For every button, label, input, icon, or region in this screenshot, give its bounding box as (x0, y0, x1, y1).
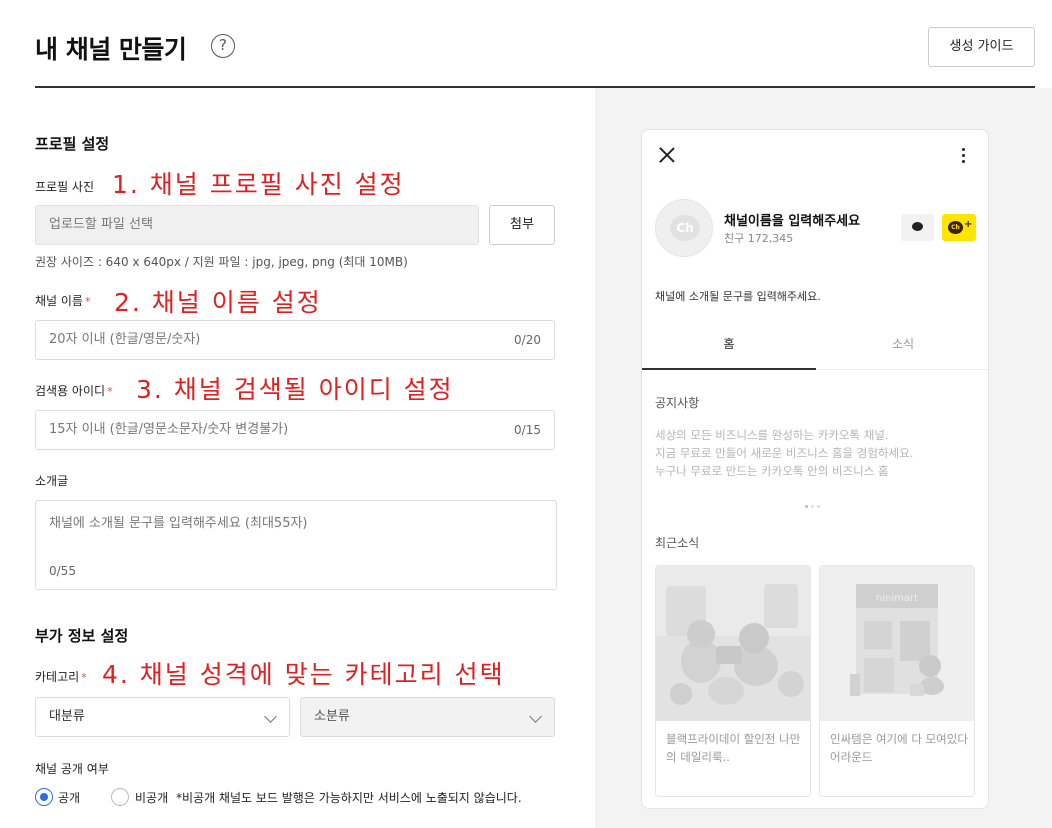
add-channel-button: Ch + (942, 214, 976, 241)
search-id-placeholder: 15자 이내 (한글/영문소문자/숫자 변경불가) (49, 422, 289, 437)
notice-line: 누구나 무료로 만드는 카카오톡 안의 비즈니스 홈 (655, 464, 889, 478)
preview-channel-name: 채널이름을 입력해주세요 (724, 214, 861, 229)
channel-preview-phone: Ch 채널이름을 입력해주세요 친구 172,345 Ch + 채널에 소개될 … (641, 129, 989, 809)
preview-intro: 채널에 소개될 문구를 입력해주세요. (655, 290, 821, 303)
page-title: 내 채널 만들기 (35, 35, 187, 64)
chevron-down-icon (264, 710, 277, 723)
visibility-label: 채널 공개 여부 (35, 762, 109, 776)
channel-logo-icon: Ch (670, 215, 700, 241)
news-card: 블랙프라이데이 할인전 나만의 데일리룩.. (655, 565, 811, 797)
intro-textarea[interactable]: 채널에 소개될 문구를 입력해주세요 (최대55자) 0/55 (35, 500, 557, 590)
file-select-input[interactable]: 업로드할 파일 선택 (35, 205, 479, 245)
private-radio-label[interactable]: 비공개 (135, 789, 168, 806)
search-id-input[interactable]: 15자 이내 (한글/영문소문자/숫자 변경불가) 0/15 (35, 410, 555, 450)
avatar: Ch (655, 199, 713, 257)
major-category-value: 대분류 (49, 709, 85, 724)
preview-friend-count: 친구 172,345 (724, 232, 794, 245)
channel-name-placeholder: 20자 이내 (한글/영문/숫자) (49, 332, 201, 347)
annotation-category: 4. 채널 성격에 맞는 카테고리 선택 (102, 660, 505, 689)
chevron-down-icon (529, 710, 542, 723)
attach-button[interactable]: 첨부 (489, 205, 555, 245)
creation-guide-button[interactable]: 생성 가이드 (928, 27, 1035, 67)
news-card: ninimart 인싸템은 여기에 다 모여있다 어라운드 (819, 565, 975, 797)
tab-news: 소식 (891, 337, 915, 351)
category-label: 카테고리 * (35, 670, 87, 684)
notice-text: 세상의 모든 비즈니스를 완성하는 카카오톡 채널. 지금 무료로 만들어 새로… (655, 426, 913, 480)
news-card-text: 인싸템은 여기에 다 모여있다 어라운드 (830, 732, 968, 764)
more-vertical-icon (962, 148, 966, 164)
annotation-search-id: 3. 채널 검색될 아이디 설정 (136, 375, 454, 404)
notice-line: 지금 무료로 만들어 새로운 비즈니스 홈을 경험하세요. (655, 446, 914, 460)
channel-add-icon: Ch (948, 221, 963, 234)
private-radio[interactable] (111, 788, 129, 806)
notice-line: 세상의 모든 비즈니스를 완성하는 카카오톡 채널. (655, 428, 889, 442)
minor-category-select[interactable]: 소분류 (300, 697, 555, 737)
store-illustration: ninimart (820, 566, 974, 721)
tab-home: 홈 (642, 326, 816, 370)
required-mark: * (81, 671, 87, 684)
intro-counter: 0/55 (49, 564, 76, 578)
photo-size-hint: 권장 사이즈 : 640 x 640px / 지원 파일 : jpg, jpeg… (35, 255, 408, 269)
major-category-select[interactable]: 대분류 (35, 697, 290, 737)
profile-section-title: 프로필 설정 (35, 135, 110, 153)
recent-news-title: 최근소식 (655, 536, 700, 550)
close-icon (658, 146, 676, 164)
store-sign: ninimart (876, 593, 918, 604)
intro-label: 소개글 (35, 474, 69, 488)
characters-illustration (656, 566, 810, 721)
chat-button (901, 214, 934, 241)
profile-photo-label: 프로필 사진 (35, 180, 95, 194)
notice-title: 공지사항 (655, 396, 700, 410)
chat-bubble-icon (912, 222, 923, 231)
news-card-text: 블랙프라이데이 할인전 나만의 데일리룩.. (666, 732, 801, 764)
news-card-image (656, 566, 810, 721)
carousel-dots (805, 493, 823, 512)
required-mark: * (84, 295, 91, 308)
required-mark: * (107, 385, 113, 398)
annotation-profile-photo: 1. 채널 프로필 사진 설정 (112, 170, 405, 199)
preview-tabs: 홈 소식 (642, 326, 988, 370)
plus-icon: + (964, 219, 973, 230)
minor-category-value: 소분류 (314, 709, 350, 724)
question-circle-icon[interactable]: ? (211, 34, 235, 58)
extra-section-title: 부가 정보 설정 (35, 627, 129, 645)
search-id-label: 검색용 아이디 * (35, 384, 113, 398)
channel-name-counter: 0/20 (514, 333, 541, 347)
news-card-image: ninimart (820, 566, 974, 721)
private-note: *비공개 채널도 보드 발행은 가능하지만 서비스에 노출되지 않습니다. (176, 791, 522, 805)
channel-name-label: 채널 이름 * (35, 294, 91, 308)
channel-name-input[interactable]: 20자 이내 (한글/영문/숫자) 0/20 (35, 320, 555, 360)
annotation-channel-name: 2. 채널 이름 설정 (114, 288, 322, 317)
intro-placeholder: 채널에 소개될 문구를 입력해주세요 (최대55자) (49, 516, 308, 531)
public-radio[interactable] (35, 788, 53, 806)
search-id-counter: 0/15 (514, 423, 541, 437)
page-header: 내 채널 만들기 ? 생성 가이드 (35, 0, 1035, 88)
public-radio-label[interactable]: 공개 (58, 789, 80, 806)
